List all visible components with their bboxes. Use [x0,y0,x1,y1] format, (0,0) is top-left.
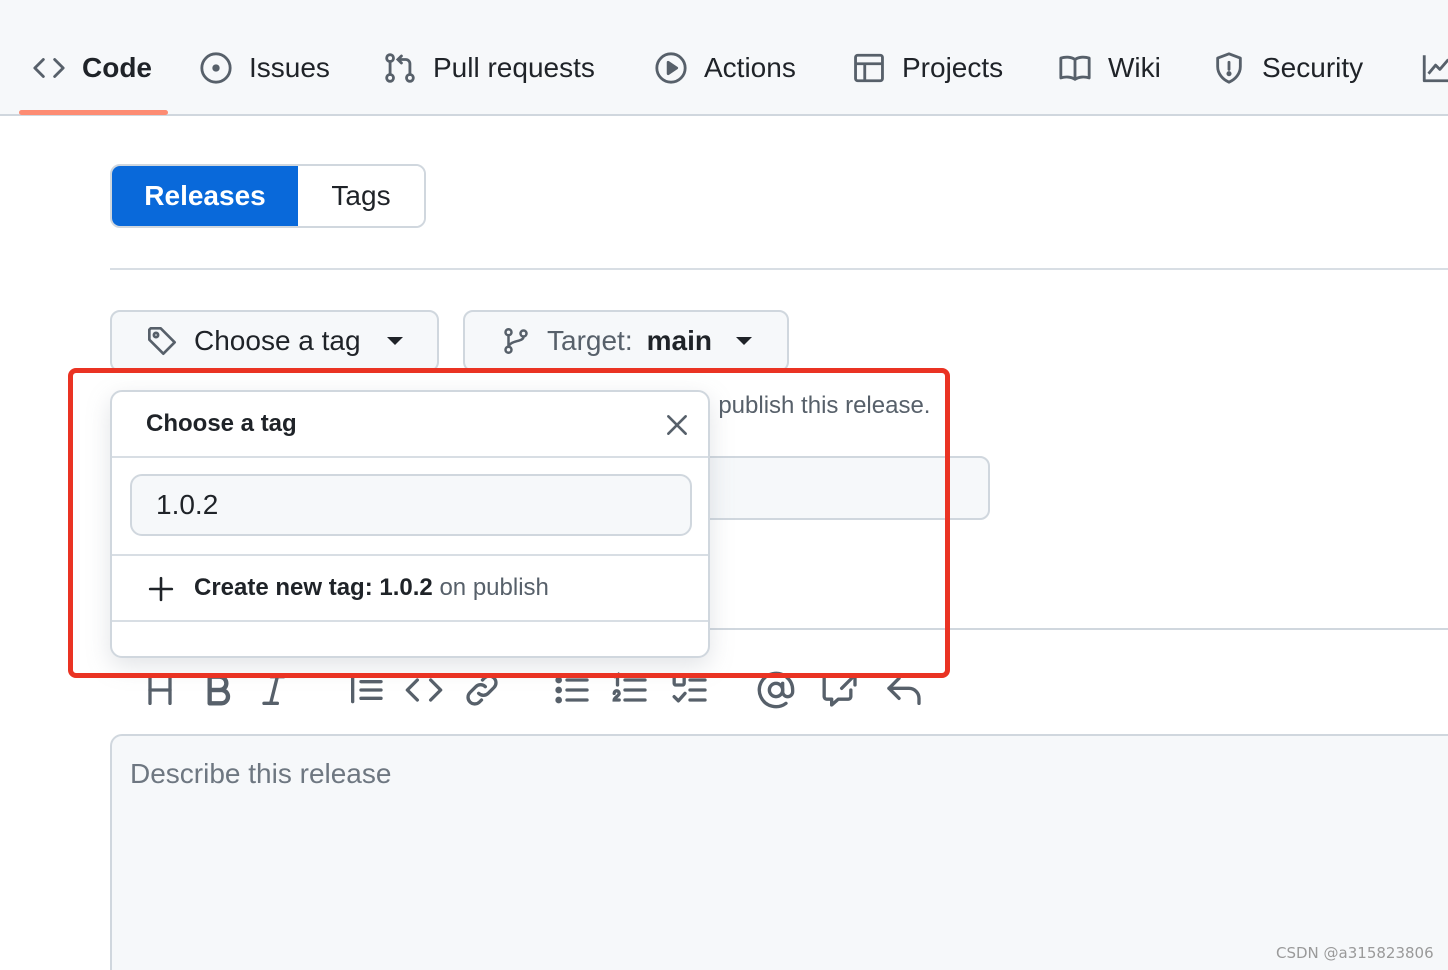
toolbar-link[interactable] [462,670,502,710]
repo-navigation: Code Issues Pull requests Actions Projec… [0,0,1448,116]
book-icon [1059,55,1091,81]
tag-hint-text: ı publish this release. [705,392,931,419]
target-branch-button[interactable]: Target: main [463,310,789,372]
create-tag-suffix: on publish [439,574,549,601]
tab-pull-requests-label: Pull requests [433,52,595,83]
toolbar-heading[interactable] [140,670,180,710]
cross-reference-icon [822,673,857,707]
list-unordered-icon [555,676,589,704]
table-icon [854,53,884,83]
create-new-tag-text: Create new tag: 1.0.2 on publish [194,574,549,602]
tasklist-icon [672,673,707,703]
code-icon [33,58,65,78]
caret-down-icon [386,337,403,345]
close-icon [667,415,687,435]
graph-icon [1422,55,1448,83]
git-branch-icon [504,327,528,355]
issue-opened-icon [200,52,232,84]
popover-filter-section [112,458,708,556]
tab-insights[interactable] [1420,44,1448,92]
tab-wiki[interactable]: Wiki [1058,44,1161,92]
toolbar-task-list[interactable] [670,670,710,710]
plus-icon [148,576,174,602]
tab-code[interactable]: Code [32,44,152,92]
tab-wiki-label: Wiki [1108,52,1161,83]
create-tag-prefix: Create new tag: [194,574,373,601]
close-button[interactable] [664,412,690,438]
target-branch-value: main [646,325,712,356]
tab-projects-label: Projects [902,52,1004,83]
toolbar-italic[interactable] [254,670,294,710]
target-prefix-label: Target: [547,325,633,356]
tab-security[interactable]: Security [1212,44,1363,92]
popover-header: Choose a tag [112,392,708,458]
releases-button[interactable]: Releases [112,166,298,226]
toolbar-reply[interactable] [884,670,924,710]
toolbar-code[interactable] [404,670,444,710]
toolbar-ordered-list[interactable] [610,670,650,710]
tab-pull-requests[interactable]: Pull requests [383,44,595,92]
watermark: CSDN @a315823806 [1276,944,1434,962]
caret-down-icon [735,337,752,345]
quote-icon [351,676,383,704]
toolbar-mention[interactable] [756,670,796,710]
tab-projects[interactable]: Projects [852,44,1003,92]
selected-tab-underline [19,110,168,115]
create-new-tag-item[interactable]: Create new tag: 1.0.2 on publish [112,556,708,622]
shield-icon [1216,52,1242,84]
choose-tag-button[interactable]: Choose a tag [110,310,439,372]
list-ordered-icon [612,671,647,702]
tab-security-label: Security [1262,52,1364,83]
heading-icon [148,675,172,705]
tab-code-label: Code [82,52,152,83]
tab-issues[interactable]: Issues [199,44,330,92]
code-icon [405,678,443,702]
mention-icon [757,671,795,709]
tag-icon [148,327,176,355]
tab-actions-label: Actions [704,52,796,83]
link-icon [466,674,498,706]
release-description-textarea[interactable]: Describe this release [110,734,1448,970]
tag-filter-input[interactable] [130,474,692,536]
italic-icon [262,675,286,705]
tab-actions[interactable]: Actions [654,44,796,92]
toolbar-bold[interactable] [198,670,238,710]
releases-tags-toggle: Releases Tags [110,164,426,228]
choose-tag-popover: Choose a tag Create new tag: 1.0.2 on pu… [110,390,710,658]
toolbar-quote[interactable] [346,670,386,710]
reply-icon [887,676,921,705]
divider [110,268,1448,270]
create-tag-name: 1.0.2 [379,574,433,601]
toolbar-unordered-list[interactable] [552,670,592,710]
choose-tag-label: Choose a tag [194,325,361,356]
git-pull-request-icon [385,53,415,83]
tab-issues-label: Issues [249,52,330,83]
bold-icon [207,674,231,706]
popover-title: Choose a tag [146,410,297,437]
editor-tabs-divider [640,628,1448,630]
play-icon [655,52,687,84]
tags-button[interactable]: Tags [298,166,424,226]
toolbar-reference[interactable] [820,670,860,710]
description-placeholder: Describe this release [130,758,392,789]
